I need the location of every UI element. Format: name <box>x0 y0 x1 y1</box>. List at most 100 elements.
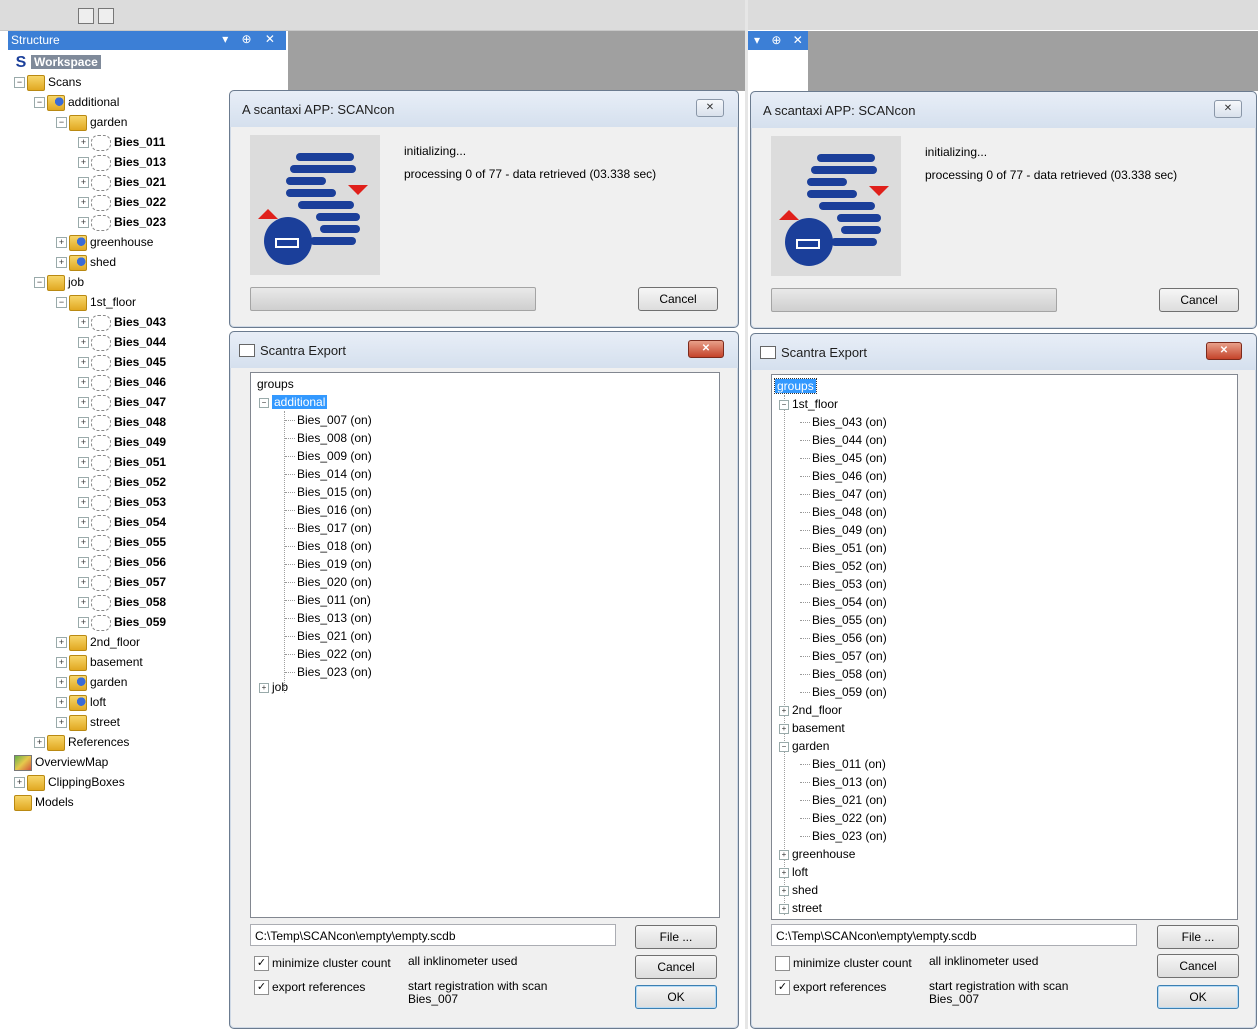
expand-icon[interactable]: + <box>779 849 789 860</box>
expand-icon[interactable]: + <box>78 177 89 189</box>
export-tree-item-label[interactable]: Bies_023 (on) <box>297 665 372 679</box>
export-tree-item-label[interactable]: Bies_009 (on) <box>297 449 372 463</box>
export-tree-item[interactable]: Bies_055 (on) <box>800 611 887 629</box>
export-tree-item-label[interactable]: Bies_014 (on) <box>297 467 372 481</box>
right-panel-header[interactable]: ▾ ⊕ ✕ <box>748 31 808 50</box>
file-button[interactable]: File ... <box>635 925 717 949</box>
structure-tree-item[interactable]: + Bies_051 <box>78 452 166 472</box>
export-tree-item[interactable]: Bies_015 (on) <box>285 483 372 501</box>
export-tree-item-label[interactable]: Bies_054 (on) <box>812 595 887 609</box>
export-tree-item-label[interactable]: Bies_053 (on) <box>812 577 887 591</box>
expand-icon[interactable]: + <box>14 777 25 789</box>
minimize-checkbox[interactable] <box>775 956 790 971</box>
export-tree-item-label[interactable]: Bies_055 (on) <box>812 613 887 627</box>
export-tree-item[interactable]: Bies_057 (on) <box>800 647 887 665</box>
export-tree-item[interactable]: Bies_023 (on) <box>285 663 372 681</box>
export-tree-item-label[interactable]: Bies_007 (on) <box>297 413 372 427</box>
export-tree-item[interactable]: Bies_051 (on) <box>800 539 887 557</box>
export-tree-item[interactable]: Bies_013 (on) <box>800 773 887 791</box>
tool-icon-2[interactable] <box>98 8 114 24</box>
collapse-icon[interactable]: − <box>34 277 45 289</box>
export-tree-item-label[interactable]: Bies_058 (on) <box>812 667 887 681</box>
export-tree-group[interactable]: +2nd_floor <box>779 701 842 719</box>
export-tree-item[interactable]: Bies_058 (on) <box>800 665 887 683</box>
expand-icon[interactable]: + <box>78 577 89 589</box>
expand-icon[interactable]: + <box>56 697 67 709</box>
export-tree-item-label[interactable]: Bies_045 (on) <box>812 451 887 465</box>
expand-icon[interactable]: + <box>78 357 89 369</box>
export-tree-item-label[interactable]: Bies_021 (on) <box>812 793 887 807</box>
path-input[interactable]: C:\Temp\SCANcon\empty\empty.scdb <box>250 924 616 946</box>
export-tree-group-label[interactable]: basement <box>792 721 845 735</box>
export-tree-item[interactable]: Bies_044 (on) <box>800 431 887 449</box>
close-button[interactable]: ✕ <box>1206 342 1242 360</box>
path-input[interactable]: C:\Temp\SCANcon\empty\empty.scdb <box>771 924 1137 946</box>
structure-tree-item[interactable]: Models <box>14 792 74 812</box>
structure-tree-item[interactable]: − garden <box>56 112 127 132</box>
export-references-checkbox[interactable]: ✓ <box>775 980 790 995</box>
expand-icon[interactable]: + <box>779 867 789 878</box>
export-tree-item-label[interactable]: Bies_018 (on) <box>297 539 372 553</box>
expand-icon[interactable]: + <box>78 417 89 429</box>
export-tree-group-label[interactable]: shed <box>792 883 818 897</box>
expand-icon[interactable]: + <box>78 477 89 489</box>
export-tree-item-label[interactable]: Bies_020 (on) <box>297 575 372 589</box>
export-tree-group-label[interactable]: garden <box>792 739 829 753</box>
structure-tree-item[interactable]: + loft <box>56 692 106 712</box>
structure-tree-item[interactable]: + Bies_052 <box>78 472 166 492</box>
structure-tree-item[interactable]: + Bies_045 <box>78 352 166 372</box>
export-tree-item-label[interactable]: Bies_021 (on) <box>297 629 372 643</box>
cancel-button[interactable]: Cancel <box>1159 288 1239 312</box>
structure-tree-item[interactable]: + Bies_054 <box>78 512 166 532</box>
structure-tree-item[interactable]: − additional <box>34 92 119 112</box>
export-tree-item[interactable]: Bies_014 (on) <box>285 465 372 483</box>
export-tree-item-label[interactable]: Bies_056 (on) <box>812 631 887 645</box>
expand-icon[interactable]: + <box>78 617 89 629</box>
export-tree[interactable]: groups −1st_floor Bies_043 (on) Bies_044 (… <box>771 374 1238 920</box>
export-tree-group-label[interactable]: loft <box>792 865 808 879</box>
cancel-button[interactable]: Cancel <box>635 955 717 979</box>
export-tree-item-label[interactable]: Bies_022 (on) <box>297 647 372 661</box>
ok-button[interactable]: OK <box>635 985 717 1009</box>
expand-icon[interactable]: + <box>56 717 67 729</box>
export-tree-item-label[interactable]: Bies_052 (on) <box>812 559 887 573</box>
expand-icon[interactable]: + <box>56 637 67 649</box>
tool-icon-1[interactable] <box>78 8 94 24</box>
export-tree-item-label[interactable]: Bies_015 (on) <box>297 485 372 499</box>
export-tree-item[interactable]: Bies_052 (on) <box>800 557 887 575</box>
structure-tree-item[interactable]: + Bies_043 <box>78 312 166 332</box>
structure-tree-item[interactable]: S Workspace <box>14 52 101 72</box>
export-tree-group[interactable]: + greenhouse <box>779 845 855 863</box>
expand-icon[interactable]: + <box>78 317 89 329</box>
export-tree-item-label[interactable]: Bies_019 (on) <box>297 557 372 571</box>
structure-tree-item[interactable]: + Bies_021 <box>78 172 166 192</box>
export-tree-item-label[interactable]: Bies_057 (on) <box>812 649 887 663</box>
export-tree-item[interactable]: Bies_059 (on) <box>800 683 887 701</box>
export-tree-item[interactable]: Bies_023 (on) <box>800 827 887 845</box>
tree-root[interactable]: groups <box>257 375 294 393</box>
export-tree-item[interactable]: Bies_013 (on) <box>285 609 372 627</box>
collapse-icon[interactable]: − <box>779 399 789 410</box>
export-tree-item[interactable]: Bies_011 (on) <box>285 591 371 609</box>
tree-root-label[interactable]: groups <box>774 378 817 394</box>
export-tree-item-label[interactable]: Bies_049 (on) <box>812 523 887 537</box>
structure-tree-item[interactable]: +2nd_floor <box>56 632 140 652</box>
export-tree-item[interactable]: Bies_018 (on) <box>285 537 372 555</box>
expand-icon[interactable]: + <box>779 723 789 734</box>
tree-group-label[interactable]: additional <box>272 395 328 409</box>
export-tree-item[interactable]: Bies_019 (on) <box>285 555 372 573</box>
structure-tree-item[interactable]: + References <box>34 732 129 752</box>
expand-icon[interactable]: + <box>78 497 89 509</box>
structure-tree-item[interactable]: + street <box>56 712 120 732</box>
export-tree-group-label[interactable]: street <box>792 901 822 915</box>
export-tree-group[interactable]: −1st_floor <box>779 395 838 413</box>
export-tree-item[interactable]: Bies_009 (on) <box>285 447 372 465</box>
expand-icon[interactable]: + <box>56 237 67 249</box>
file-button[interactable]: File ... <box>1157 925 1239 949</box>
ok-button[interactable]: OK <box>1157 985 1239 1009</box>
export-tree-item[interactable]: Bies_053 (on) <box>800 575 887 593</box>
expand-icon[interactable]: + <box>34 737 45 749</box>
structure-tree-item[interactable]: + Bies_046 <box>78 372 166 392</box>
export-tree-item-label[interactable]: Bies_017 (on) <box>297 521 372 535</box>
structure-tree-item[interactable]: + Bies_053 <box>78 492 166 512</box>
